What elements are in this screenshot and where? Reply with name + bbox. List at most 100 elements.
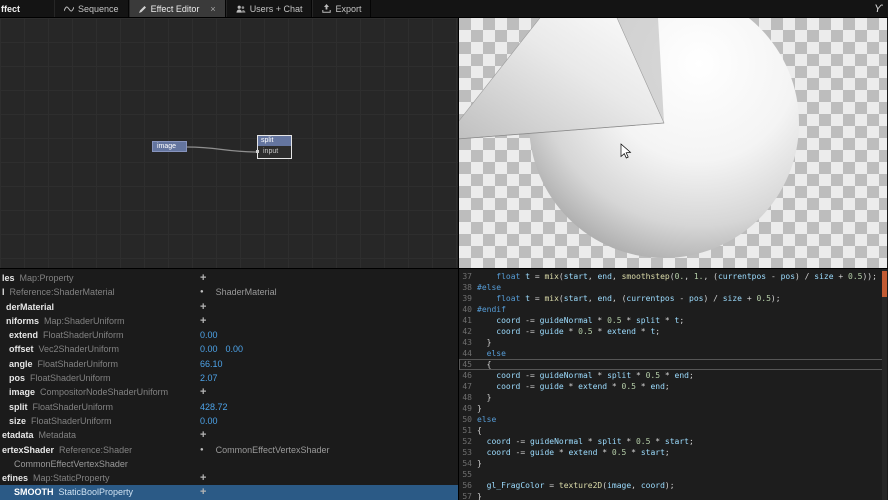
property-row[interactable]: niforms Map:ShaderUniform + (0, 314, 458, 328)
add-entry-button[interactable]: + (200, 471, 206, 485)
property-type: FloatShaderUniform (37, 358, 119, 369)
property-row[interactable]: split FloatShaderUniform 428.72 (0, 400, 458, 414)
code-line[interactable]: 57} (459, 491, 887, 500)
property-row[interactable]: CommonEffectVertexShader (0, 457, 458, 471)
close-icon[interactable]: × (210, 4, 215, 14)
property-row[interactable]: l Reference:ShaderMaterial ● ShaderMaterial (0, 285, 458, 299)
property-name: efines (2, 473, 29, 484)
code-lines: 37 float t = mix(start, end, smoothstep(… (459, 271, 887, 500)
code-line[interactable]: 40 #endif (459, 304, 887, 315)
code-text: } (477, 338, 492, 347)
property-row[interactable]: ertexShader Reference:Shader ● CommonEffect… (0, 443, 458, 457)
property-name: image (9, 387, 36, 398)
property-value-column: 0.00 (200, 328, 218, 342)
main-area: image split input (0, 18, 888, 268)
code-text: gl_FragColor = texture2D(image, coord); (486, 481, 675, 490)
code-line[interactable]: 50 else (459, 414, 887, 425)
node-connection-wire (186, 146, 258, 153)
tab-users-chat[interactable]: Users + Chat (225, 0, 313, 17)
property-value[interactable]: 0.00 (200, 342, 218, 356)
property-value[interactable]: 66.10 (200, 357, 223, 371)
property-row[interactable]: SMOOTH StaticBoolProperty + (0, 485, 458, 500)
property-row[interactable]: offset Vec2ShaderUniform 0.00 0.00 (0, 342, 458, 356)
code-scrollbar-thumb[interactable] (882, 271, 887, 297)
node-split[interactable]: split input (256, 135, 292, 159)
code-line[interactable]: 46 coord -= guideNormal * split * 0.5 * … (459, 370, 887, 381)
code-line[interactable]: 54} (459, 458, 887, 469)
node-port-input[interactable]: input (256, 146, 291, 158)
node-title: split (258, 136, 291, 146)
property-value[interactable]: 0.00 (200, 328, 218, 342)
property-value[interactable]: 2.07 (200, 371, 218, 385)
code-line[interactable]: 43 } (459, 337, 887, 348)
property-value[interactable]: 428.72 (200, 400, 228, 414)
add-entry-button[interactable]: + (200, 428, 206, 442)
code-line[interactable]: 41 coord -= guideNormal * 0.5 * split * … (459, 315, 887, 326)
property-row[interactable]: les Map:Property + (0, 271, 458, 285)
node-graph-canvas[interactable]: image split input (0, 18, 459, 268)
property-value[interactable]: 0.00 (200, 414, 218, 428)
tab-effect-editor[interactable]: Effect Editor × (128, 0, 226, 17)
add-entry-button[interactable]: + (200, 485, 206, 499)
code-line[interactable]: 55 (459, 469, 887, 480)
property-name: etadata (2, 430, 34, 441)
property-value-column: 2.07 (200, 371, 218, 385)
code-line[interactable]: 44 else (459, 348, 887, 359)
property-type: StaticBoolProperty (58, 487, 134, 498)
users-icon (236, 5, 246, 13)
tab-export[interactable]: Export (312, 0, 372, 17)
code-text: coord -= guideNormal * split * 0.5 * end… (496, 371, 694, 380)
property-value-column: + (200, 485, 206, 499)
code-text: float t = mix(start, end, (currentpos - … (496, 294, 781, 303)
property-row[interactable]: size FloatShaderUniform 0.00 (0, 414, 458, 428)
property-row[interactable]: extend FloatShaderUniform 0.00 (0, 328, 458, 342)
code-line[interactable]: 53 coord -= guide * extend * 0.5 * start… (459, 447, 887, 458)
line-number: 38 (462, 283, 472, 292)
line-number: 50 (462, 415, 472, 424)
add-entry-button[interactable]: + (200, 314, 206, 328)
code-line[interactable]: 45 { (459, 359, 887, 370)
code-line[interactable]: 42 coord -= guide * 0.5 * extend * t; (459, 326, 887, 337)
property-value[interactable]: 0.00 (226, 342, 244, 356)
code-editor[interactable]: 37 float t = mix(start, end, smoothstep(… (459, 269, 887, 500)
code-line[interactable]: 49} (459, 403, 887, 414)
property-row[interactable]: derMaterial + (0, 300, 458, 314)
radio-icon[interactable]: ● (200, 443, 204, 457)
preview-viewport[interactable] (459, 18, 887, 268)
property-row[interactable]: image CompositorNodeShaderUniform + (0, 385, 458, 399)
app-title: ffect (1, 3, 21, 14)
property-name: les (2, 273, 15, 283)
radio-icon[interactable]: ● (200, 285, 204, 299)
line-number: 41 (462, 316, 472, 325)
code-line[interactable]: 52 coord -= guideNormal * split * 0.5 * … (459, 436, 887, 447)
code-line[interactable]: 37 float t = mix(start, end, smoothstep(… (459, 271, 887, 282)
add-entry-button[interactable]: + (200, 271, 206, 285)
tab-sequence[interactable]: Sequence (54, 0, 129, 17)
code-line[interactable]: 38 #else (459, 282, 887, 293)
code-line[interactable]: 39 float t = mix(start, end, (currentpos… (459, 293, 887, 304)
node-image[interactable]: image (152, 141, 187, 152)
property-row[interactable]: etadata Metadata + (0, 428, 458, 442)
property-value-column: ● CommonEffectVertexShader (200, 443, 330, 457)
add-entry-button[interactable]: + (200, 300, 206, 314)
property-value-column: 0.00 0.00 (200, 342, 243, 356)
code-text: } (477, 492, 482, 500)
code-line[interactable]: 56 gl_FragColor = texture2D(image, coord… (459, 480, 887, 491)
code-line[interactable]: 48 } (459, 392, 887, 403)
line-number: 55 (462, 470, 472, 479)
code-scrollbar[interactable] (882, 269, 887, 500)
property-type: CompositorNodeShaderUniform (40, 387, 169, 398)
property-name: size (9, 415, 27, 426)
property-row[interactable]: angle FloatShaderUniform 66.10 (0, 357, 458, 371)
add-entry-button[interactable]: + (200, 385, 206, 399)
property-row[interactable]: pos FloatShaderUniform 2.07 (0, 371, 458, 385)
property-name: CommonEffectVertexShader (14, 458, 128, 469)
code-text: } (477, 393, 492, 402)
tab-label: Export (335, 3, 362, 14)
property-value-column: 66.10 (200, 357, 223, 371)
code-line[interactable]: 51 { (459, 425, 887, 436)
property-value-column: + (200, 385, 206, 399)
property-name: l (2, 287, 5, 298)
property-row[interactable]: efines Map:StaticProperty + (0, 471, 458, 485)
code-line[interactable]: 47 coord -= guide * extend * 0.5 * end; (459, 381, 887, 392)
